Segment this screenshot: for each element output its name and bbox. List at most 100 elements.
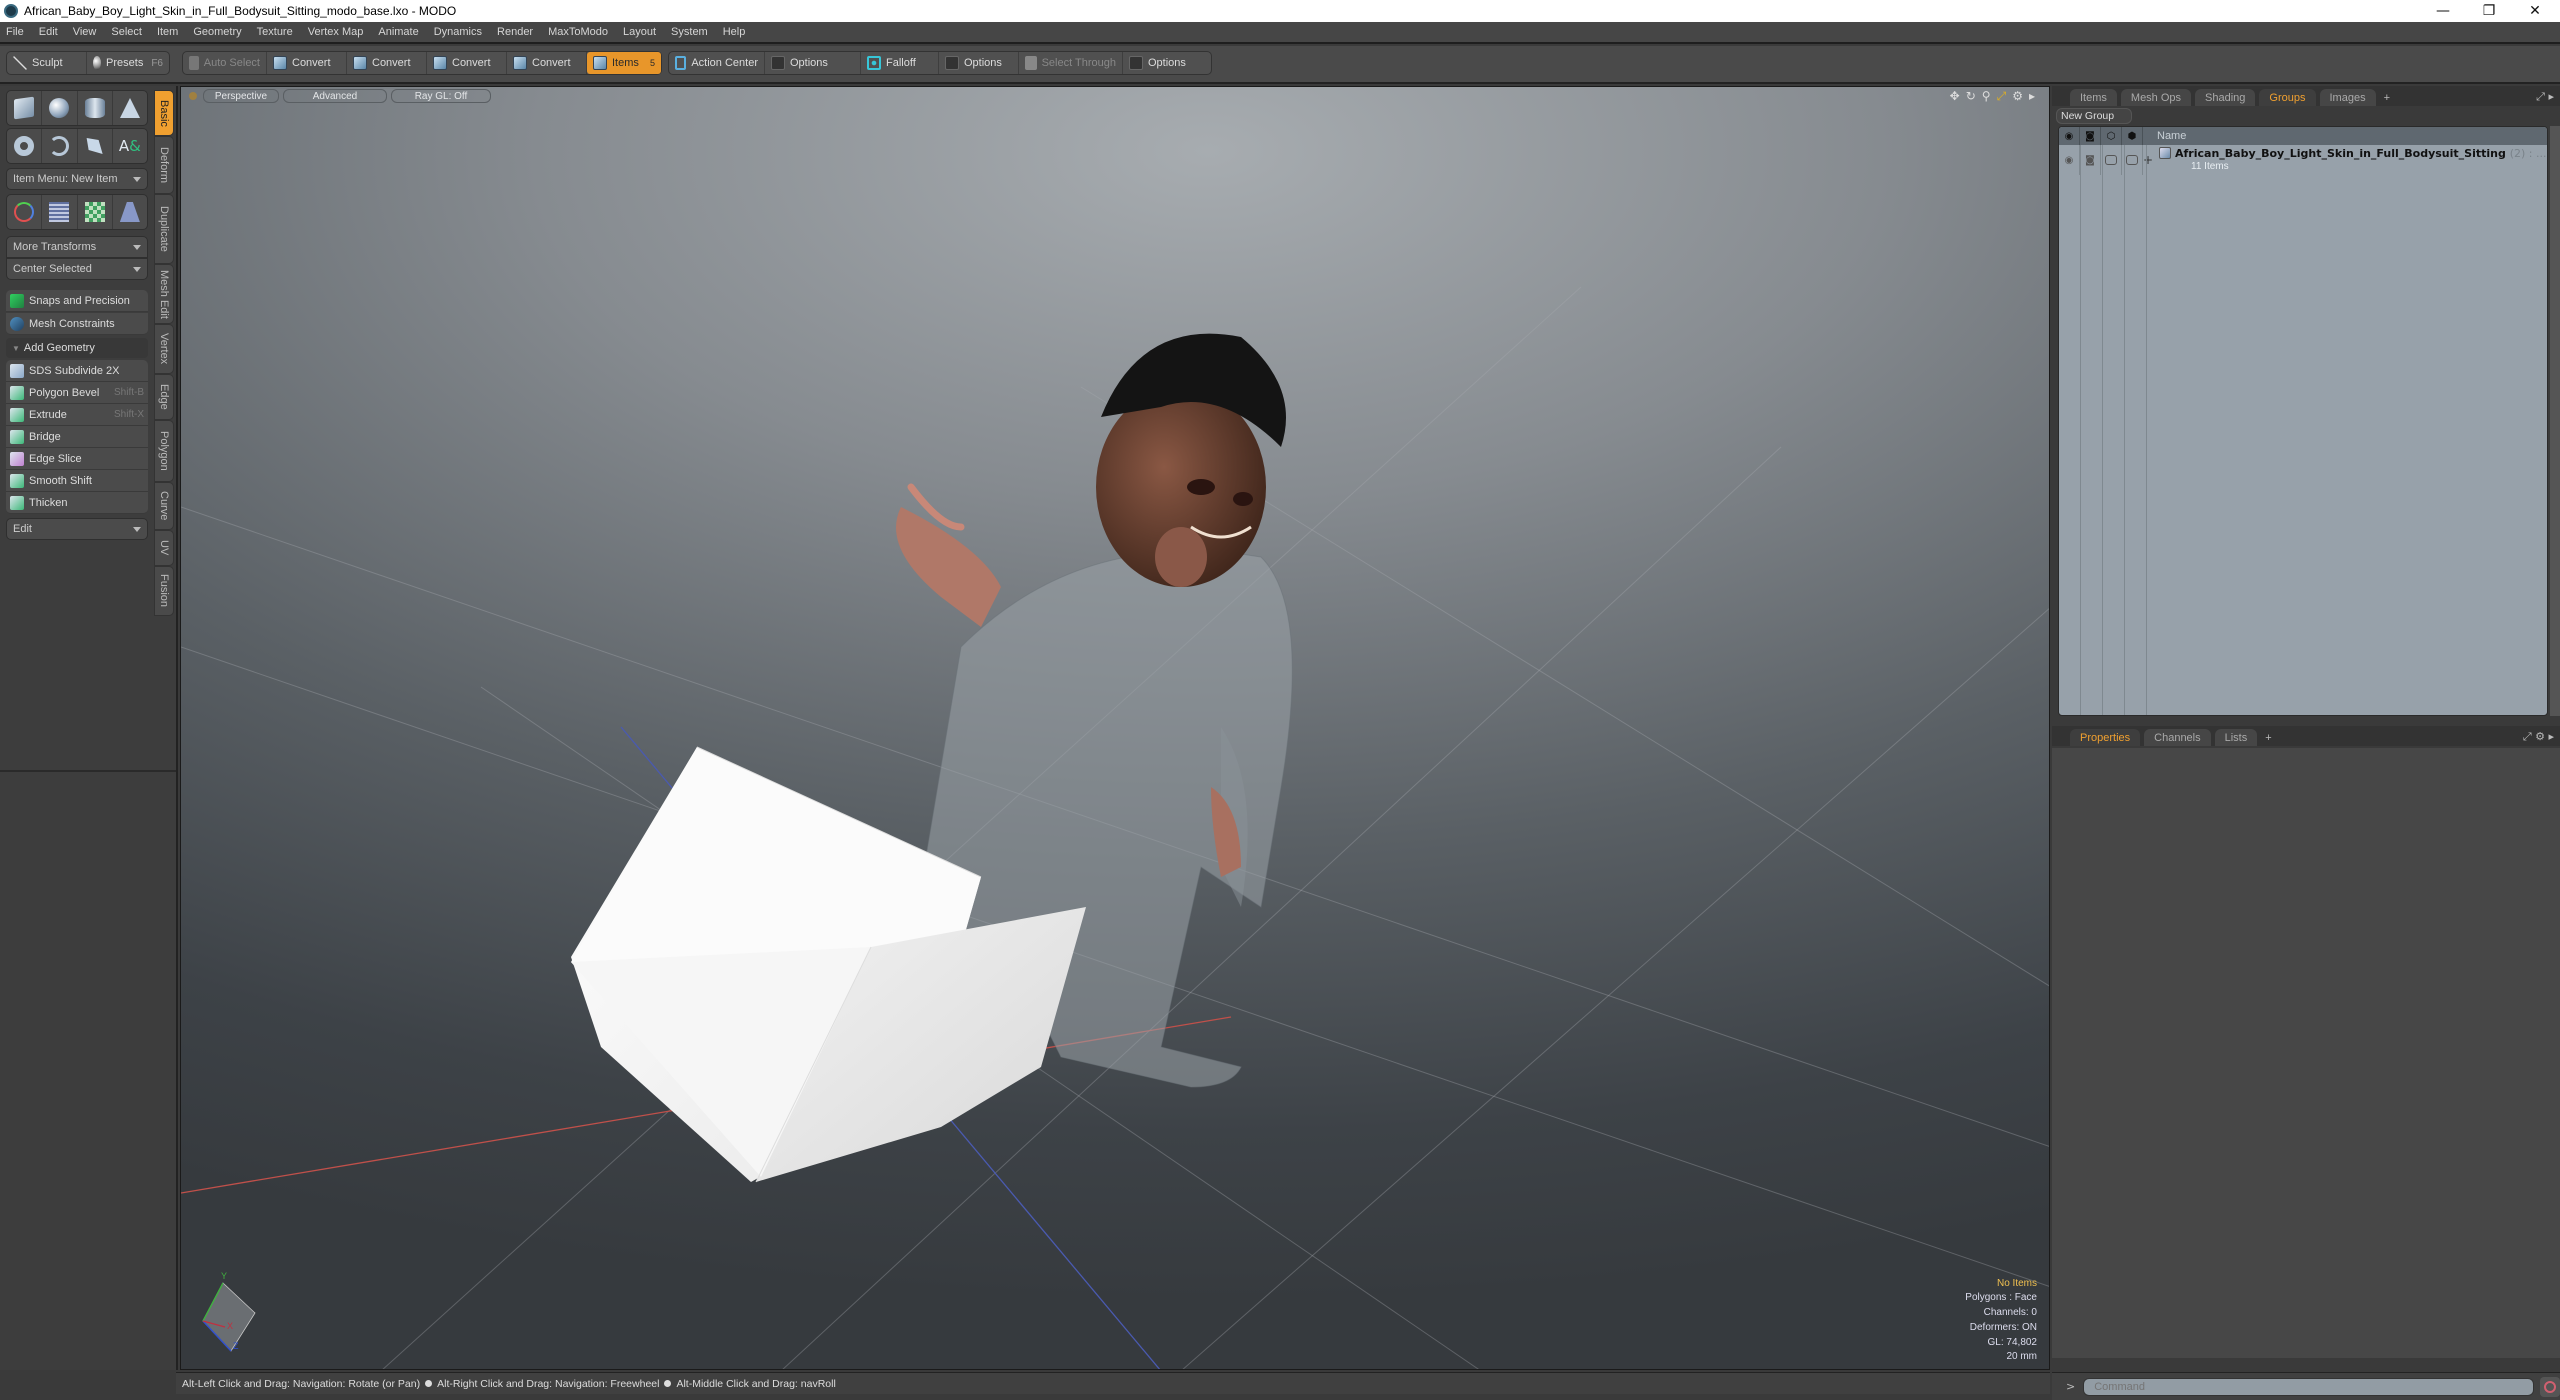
name-column-header[interactable]: Name bbox=[2143, 130, 2186, 142]
tool-sds-subdivide-2x[interactable]: SDS Subdivide 2X bbox=[6, 360, 148, 382]
command-record-button[interactable] bbox=[2540, 1376, 2560, 1397]
row-render-camera-icon[interactable]: ◙ bbox=[2080, 145, 2101, 175]
tool-polygon-bevel[interactable]: Polygon Bevel Shift-B bbox=[6, 382, 148, 404]
edit-dropdown[interactable]: Edit bbox=[6, 518, 148, 540]
render-camera-icon[interactable]: ◙ bbox=[2080, 127, 2101, 145]
minimize-button[interactable]: — bbox=[2420, 0, 2466, 22]
expand-panel-icon[interactable]: ⤢ ▸ bbox=[2536, 90, 2554, 104]
taper-tool[interactable] bbox=[113, 195, 147, 229]
menu-edit[interactable]: Edit bbox=[39, 26, 58, 38]
vtab-polygon[interactable]: Polygon bbox=[154, 420, 174, 482]
vtab-uv[interactable]: UV bbox=[154, 530, 174, 566]
tab-properties[interactable]: Properties bbox=[2070, 729, 2141, 746]
maximize-arrow-icon[interactable]: ⤢ bbox=[1997, 89, 2007, 104]
tool-edge-slice[interactable]: Edge Slice bbox=[6, 448, 148, 470]
items-mode-button[interactable]: Items 5 bbox=[587, 52, 661, 74]
center-selected-dropdown[interactable]: Center Selected bbox=[6, 258, 148, 280]
view-mode-button[interactable]: Perspective bbox=[203, 89, 279, 103]
pen-tool[interactable] bbox=[78, 129, 113, 163]
transform-tool[interactable] bbox=[7, 195, 43, 229]
menu-render[interactable]: Render bbox=[497, 26, 533, 38]
item-menu-dropdown[interactable]: Item Menu: New Item bbox=[6, 168, 148, 190]
group-row[interactable]: ◉ ◙ + African_Baby_Boy_Light_Skin_in_Ful… bbox=[2059, 145, 2547, 175]
groups-scrollbar[interactable] bbox=[2550, 126, 2560, 716]
menu-view[interactable]: View bbox=[73, 26, 97, 38]
restore-button[interactable]: ❐ bbox=[2466, 0, 2512, 22]
zoom-magnifier-icon[interactable]: ⚲ bbox=[1982, 89, 1991, 104]
chevron-right-icon[interactable]: ▸ bbox=[2029, 89, 2035, 104]
menu-texture[interactable]: Texture bbox=[257, 26, 293, 38]
vtab-fusion[interactable]: Fusion bbox=[154, 566, 174, 616]
menu-system[interactable]: System bbox=[671, 26, 708, 38]
row-select-toggle[interactable] bbox=[2122, 145, 2143, 175]
menu-maxtomodo[interactable]: MaxToModo bbox=[548, 26, 608, 38]
uv-tool[interactable] bbox=[78, 195, 113, 229]
presets-button[interactable]: Presets F6 bbox=[87, 52, 169, 74]
convert-polygons-button[interactable]: Convert bbox=[427, 52, 507, 74]
menu-vertex-map[interactable]: Vertex Map bbox=[308, 26, 364, 38]
sphere-tool[interactable] bbox=[42, 91, 78, 125]
vtab-edge[interactable]: Edge bbox=[154, 374, 174, 420]
snaps-precision-button[interactable]: Snaps and Precision bbox=[6, 290, 148, 312]
tool-bridge[interactable]: Bridge bbox=[6, 426, 148, 448]
tab-mesh-ops[interactable]: Mesh Ops bbox=[2120, 89, 2192, 106]
auto-select-button[interactable]: Auto Select bbox=[183, 52, 267, 74]
torus-tool[interactable] bbox=[7, 129, 43, 163]
convert-vertices-button[interactable]: Convert bbox=[267, 52, 347, 74]
menu-dynamics[interactable]: Dynamics bbox=[434, 26, 482, 38]
command-input[interactable] bbox=[2083, 1377, 2535, 1396]
3d-viewport[interactable]: Y X Z Perspective Advanced Ray GL: Off ✥… bbox=[180, 86, 2050, 1370]
mesh-constraints-button[interactable]: Mesh Constraints bbox=[6, 313, 148, 335]
tab-lists[interactable]: Lists bbox=[2214, 729, 2258, 746]
select-through-options-button[interactable]: Options bbox=[1123, 52, 1211, 74]
menu-select[interactable]: Select bbox=[111, 26, 142, 38]
add-geometry-section[interactable]: ▼ Add Geometry bbox=[6, 338, 148, 358]
row-lock-toggle[interactable] bbox=[2101, 145, 2122, 175]
sculpt-button[interactable]: Sculpt bbox=[7, 52, 87, 74]
falloff-button[interactable]: Falloff bbox=[861, 52, 939, 74]
vtab-vertex[interactable]: Vertex bbox=[154, 324, 174, 374]
raygl-button[interactable]: Ray GL: Off bbox=[391, 89, 491, 103]
tab-groups[interactable]: Groups bbox=[2259, 89, 2316, 106]
viewport-menu-dot[interactable] bbox=[189, 92, 197, 100]
vtab-deform[interactable]: Deform bbox=[154, 136, 174, 194]
falloff-options-button[interactable]: Options bbox=[939, 52, 1019, 74]
menu-help[interactable]: Help bbox=[723, 26, 746, 38]
tool-smooth-shift[interactable]: Smooth Shift bbox=[6, 470, 148, 492]
expand-plus-icon[interactable]: + bbox=[2143, 153, 2153, 167]
menu-file[interactable]: File bbox=[6, 26, 24, 38]
tool-thicken[interactable]: Thicken bbox=[6, 492, 148, 514]
action-center-button[interactable]: Action Center bbox=[669, 52, 765, 74]
tab-images[interactable]: Images bbox=[2319, 89, 2376, 106]
shading-mode-button[interactable]: Advanced bbox=[283, 89, 387, 103]
text-tool[interactable]: A& bbox=[113, 129, 147, 163]
cylinder-tool[interactable] bbox=[78, 91, 113, 125]
cone-tool[interactable] bbox=[113, 91, 147, 125]
add-tab-plus-icon[interactable]: + bbox=[2380, 89, 2394, 106]
tool-extrude[interactable]: Extrude Shift-X bbox=[6, 404, 148, 426]
panel-settings-icon[interactable]: ⤢ ⚙ ▸ bbox=[2523, 730, 2554, 744]
lattice-tool[interactable] bbox=[42, 195, 78, 229]
tab-channels[interactable]: Channels bbox=[2144, 729, 2211, 746]
vtab-curve[interactable]: Curve bbox=[154, 482, 174, 530]
menu-geometry[interactable]: Geometry bbox=[193, 26, 241, 38]
gear-icon[interactable]: ⚙ bbox=[2012, 89, 2023, 104]
action-center-options-button[interactable]: Options bbox=[765, 52, 861, 74]
add-tab-plus-icon[interactable]: + bbox=[2261, 729, 2275, 746]
convert-materials-button[interactable]: Convert bbox=[507, 52, 587, 74]
pan-move-icon[interactable]: ✥ bbox=[1950, 89, 1960, 104]
cube-tool[interactable] bbox=[7, 91, 43, 125]
menu-animate[interactable]: Animate bbox=[378, 26, 418, 38]
menu-layout[interactable]: Layout bbox=[623, 26, 656, 38]
vtab-mesh-edit[interactable]: Mesh Edit bbox=[154, 264, 174, 324]
new-group-button[interactable]: New Group bbox=[2056, 108, 2132, 124]
vtab-basic[interactable]: Basic bbox=[154, 90, 174, 136]
vtab-duplicate[interactable]: Duplicate bbox=[154, 194, 174, 264]
lock-cube-icon[interactable]: ⬡ bbox=[2101, 127, 2122, 145]
capsule-tool[interactable] bbox=[42, 129, 78, 163]
row-visibility-eye-icon[interactable]: ◉ bbox=[2059, 145, 2080, 175]
close-button[interactable]: ✕ bbox=[2512, 0, 2558, 22]
more-transforms-dropdown[interactable]: More Transforms bbox=[6, 236, 148, 258]
select-through-button[interactable]: Select Through bbox=[1019, 52, 1123, 74]
visibility-eye-icon[interactable]: ◉ bbox=[2059, 127, 2080, 145]
